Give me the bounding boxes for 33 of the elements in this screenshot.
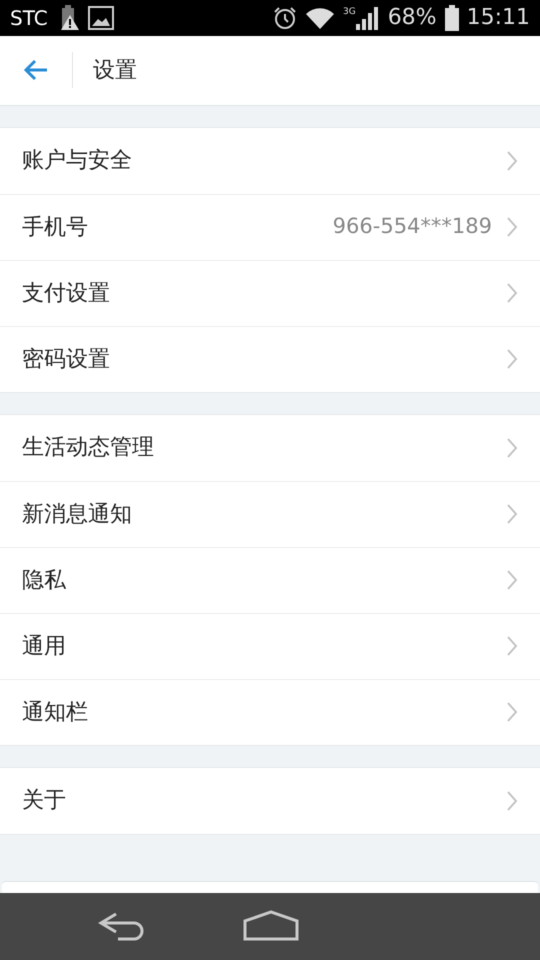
image-icon xyxy=(88,6,114,30)
settings-row[interactable]: 隐私 xyxy=(0,546,540,613)
settings-row[interactable]: 账户与安全 xyxy=(0,128,540,194)
chevron-right-icon xyxy=(506,216,518,238)
network-type-label: 3G xyxy=(342,6,356,19)
wifi-icon xyxy=(304,6,335,30)
settings-row[interactable]: 手机号 966-554***189 xyxy=(0,194,540,260)
chevron-right-icon xyxy=(506,436,518,459)
page-title: 设置 xyxy=(92,56,137,85)
chevron-right-icon xyxy=(506,635,518,658)
settings-row[interactable]: 通知栏 xyxy=(0,678,540,745)
settings-row[interactable]: 通用 xyxy=(0,612,540,679)
settings-row[interactable]: 生活动态管理 xyxy=(0,414,540,481)
chevron-right-icon xyxy=(506,348,518,370)
carrier-name: STC xyxy=(10,4,48,32)
chevron-right-icon xyxy=(506,503,518,526)
signal-icon xyxy=(356,6,380,30)
chevron-right-icon xyxy=(506,282,518,304)
settings-row[interactable]: 关于 xyxy=(0,768,540,834)
back-arrow-icon xyxy=(23,59,49,82)
chevron-right-icon xyxy=(506,569,518,592)
clock-time: 15:11 xyxy=(466,4,530,32)
settings-row[interactable]: 新消息通知 xyxy=(0,480,540,547)
chevron-right-icon xyxy=(506,150,518,172)
home-outline-icon xyxy=(242,910,300,942)
chevron-right-icon xyxy=(506,701,518,724)
phone-number: 966-554***189 xyxy=(332,213,492,240)
settings-row[interactable]: 支付设置 xyxy=(0,260,540,326)
alarm-clock-icon xyxy=(272,6,297,30)
chevron-right-icon xyxy=(506,790,518,812)
settings-row[interactable]: 密码设置 xyxy=(0,326,540,392)
battery-icon xyxy=(444,4,459,31)
battery-percentage: 68% xyxy=(388,4,437,32)
